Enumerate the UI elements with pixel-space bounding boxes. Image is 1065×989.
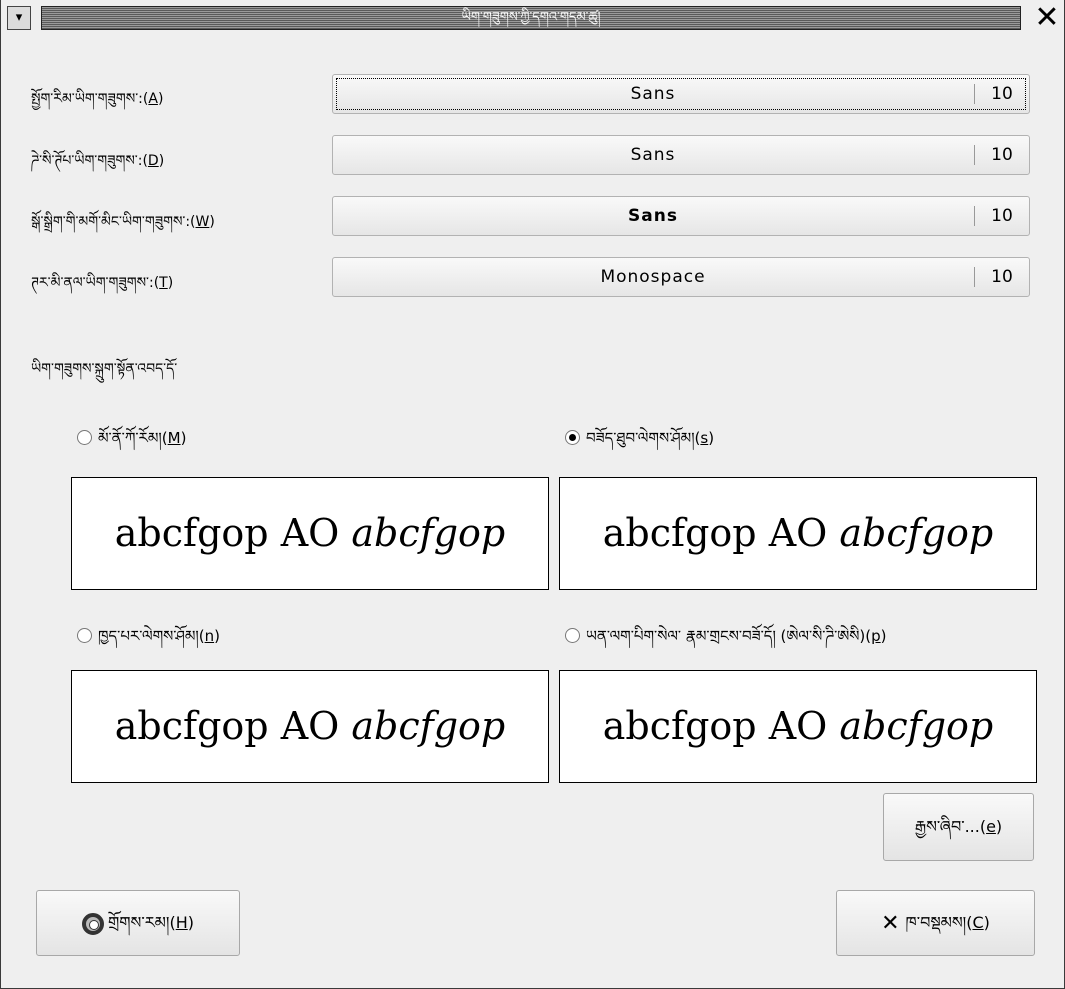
close-button[interactable]: ✕ ཁ་བསྡམས།(C) [836, 890, 1035, 956]
mnemonic: A [148, 91, 158, 107]
close-label: ཁ་བསྡམས།( [905, 913, 973, 932]
radio-button[interactable] [77, 430, 92, 445]
preview-italic-text: abcfgop [351, 511, 506, 555]
label-close: ) [880, 627, 887, 645]
font-name: Sans [630, 145, 676, 165]
font-name: Monospace [600, 267, 706, 287]
label-close: ) [180, 429, 187, 447]
radio-best-contrast[interactable]: ཁྱད་པར་ལེགས་ཤོམ།(n) [77, 620, 220, 645]
details-label: རྒྱས་ཞིབ་...( [914, 817, 987, 836]
radio-button[interactable] [77, 628, 92, 643]
label-close: ) [214, 627, 220, 645]
preview-italic-text: abcfgop [839, 704, 994, 748]
mnemonic: M [167, 429, 181, 447]
font-preferences-window: ▾ ཡིག་གཟུགས་ཀྱི་དགའ་གདམ་ཚུ། ✕ སྤྱོག་རིམ་… [0, 0, 1065, 989]
preview-regular-text: abcfgop AO [114, 704, 352, 748]
help-lifebuoy-icon [82, 912, 105, 935]
preview-best-shapes[interactable]: abcfgop AO abcfgop [559, 477, 1037, 590]
font-size: 10 [991, 267, 1013, 287]
label-close: ) [983, 913, 990, 932]
preview-regular-text: abcfgop AO [114, 511, 352, 555]
desktop-font-button[interactable]: Sans 10 [332, 135, 1030, 175]
font-size: 10 [991, 206, 1013, 226]
window-title: ཡིག་གཟུགས་ཀྱི་དགའ་གདམ་ཚུ། [461, 10, 601, 25]
preview-subpixel-lcd[interactable]: abcfgop AO abcfgop [559, 670, 1037, 783]
radio-label: མོ་ནོ་ཀོ་རོམ།( [98, 429, 168, 447]
separator [974, 84, 975, 104]
mnemonic: H [175, 913, 188, 932]
radio-monochrome[interactable]: མོ་ནོ་ཀོ་རོམ།(M) [77, 422, 187, 447]
radio-button-checked[interactable] [565, 430, 580, 445]
radio-label: བཟོད་ཐུབ་ལེགས་ཤོམ།( [586, 429, 701, 447]
label-text: ཌེ་སི་ཊོཔ་ཡིག་གཟུགས་:( [31, 153, 148, 169]
preview-italic-text: abcfgop [839, 511, 994, 555]
preview-regular-text: abcfgop AO [602, 704, 840, 748]
label-close: ) [209, 214, 215, 230]
mnemonic: D [147, 153, 159, 169]
application-font-button[interactable]: Sans 10 [332, 74, 1030, 114]
help-button[interactable]: གྲོགས་རམ།(H) [36, 890, 240, 956]
application-font-label: སྤྱོག་རིམ་ཡིག་གཟུགས་:(A) [31, 82, 163, 122]
radio-label: ཡན་ལག་པིག་སེལ་ རྣམ་གྲངས་བཟོ་དོ། (ཨེལ་སི་… [586, 627, 872, 645]
window-menu-button[interactable]: ▾ [7, 6, 31, 30]
font-name: Sans [628, 206, 678, 226]
label-close: ) [157, 91, 164, 107]
close-x-icon: ✕ [881, 910, 900, 936]
radio-subpixel-lcd[interactable]: ཡན་ལག་པིག་སེལ་ རྣམ་གྲངས་བཟོ་དོ། (ཨེལ་སི་… [565, 620, 887, 645]
radio-label: ཁྱད་པར་ལེགས་ཤོམ།( [98, 627, 205, 645]
font-size: 10 [991, 145, 1013, 165]
close-window-button[interactable]: ✕ [1033, 2, 1061, 34]
preview-best-contrast[interactable]: abcfgop AO abcfgop [71, 670, 549, 783]
preview-italic-text: abcfgop [351, 704, 506, 748]
terminal-font-button[interactable]: Monospace 10 [332, 257, 1030, 297]
details-button[interactable]: རྒྱས་ཞིབ་...(e) [883, 793, 1034, 861]
desktop-font-label: ཌེ་སི་ཊོཔ་ཡིག་གཟུགས་:(D) [31, 144, 164, 184]
label-close: ) [995, 817, 1003, 836]
label-text: ཊར་མི་ནལ་ཡིག་གཟུགས་:( [31, 275, 160, 291]
title-bar[interactable]: ▾ ཡིག་གཟུགས་ཀྱི་དགའ་གདམ་ཚུ། ✕ [1, 0, 1064, 38]
mnemonic: C [972, 913, 984, 932]
window-title-font-button[interactable]: Sans 10 [332, 196, 1030, 236]
label-text: སྒོ་སྒྲིག་གི་མགོ་མིང་ཡིག་གཟུགས་:( [31, 214, 196, 230]
mnemonic: p [871, 627, 881, 645]
radio-button[interactable] [565, 628, 580, 643]
font-name: Sans [630, 84, 676, 104]
mnemonic: n [204, 627, 215, 645]
separator [974, 206, 975, 226]
label-close: ) [158, 153, 165, 169]
separator [974, 267, 975, 287]
help-label: གྲོགས་རམ།( [108, 913, 176, 932]
preview-regular-text: abcfgop AO [602, 511, 840, 555]
radio-best-shapes[interactable]: བཟོད་ཐུབ་ལེགས་ཤོམ།(s) [565, 422, 715, 447]
window-title-font-label: སྒོ་སྒྲིག་གི་མགོ་མིང་ཡིག་གཟུགས་:(W) [31, 205, 215, 245]
terminal-font-label: ཊར་མི་ནལ་ཡིག་གཟུགས་:(T) [31, 266, 173, 306]
label-close: ) [187, 913, 194, 932]
window-menu-icon: ▾ [15, 10, 23, 25]
mnemonic: e [986, 817, 996, 836]
mnemonic: W [195, 214, 210, 230]
font-rendering-heading: ཡིག་གཟུགས་སྐྲུག་སྟོན་འབད་དོ་ [31, 361, 178, 377]
label-close: ) [167, 275, 174, 291]
close-icon: ✕ [1034, 0, 1060, 35]
font-size: 10 [991, 84, 1013, 104]
preview-monochrome[interactable]: abcfgop AO abcfgop [71, 477, 549, 590]
title-stripe[interactable]: ཡིག་གཟུགས་ཀྱི་དགའ་གདམ་ཚུ། [41, 6, 1021, 30]
label-text: སྤྱོག་རིམ་ཡིག་གཟུགས་:( [31, 91, 149, 107]
separator [974, 145, 975, 165]
mnemonic: T [159, 275, 168, 291]
label-close: ) [708, 429, 715, 447]
